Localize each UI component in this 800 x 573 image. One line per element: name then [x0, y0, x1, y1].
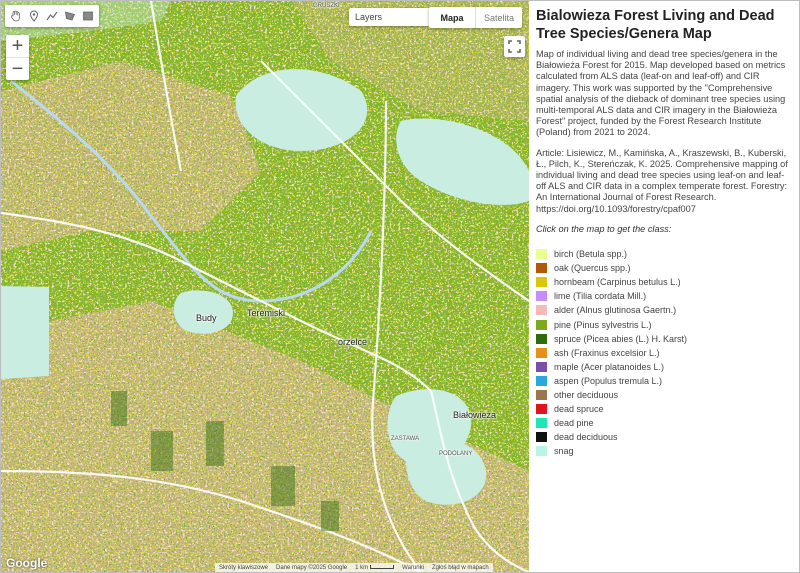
- legend-label: spruce (Picea abies (L.) H. Karst): [554, 333, 688, 344]
- label-budy: Budy: [196, 313, 217, 323]
- legend-swatch: [536, 319, 547, 330]
- legend-item: maple (Acer platanoides L.): [536, 360, 793, 374]
- fullscreen-icon: [508, 40, 521, 53]
- legend-item: alder (Alnus glutinosa Gaertn.): [536, 303, 793, 317]
- marker-icon[interactable]: [26, 7, 42, 25]
- legend-item: oak (Quercus spp.): [536, 261, 793, 275]
- panel-hint: Click on the map to get the class:: [536, 223, 672, 234]
- map-type-control: Mapa Satelita: [429, 7, 522, 28]
- legend-swatch: [536, 404, 547, 415]
- label-gruszki: GRUSZKI: [313, 3, 340, 9]
- legend-swatch: [536, 390, 547, 401]
- legend-label: lime (Tilia cordata Mill.): [554, 291, 647, 302]
- legend-item: dead pine: [536, 416, 793, 430]
- legend-label: alder (Alnus glutinosa Gaertn.): [554, 305, 677, 316]
- map-view[interactable]: Budy Teremiski orzelce Białowieża ZASTAW…: [1, 1, 529, 572]
- legend-item: aspen (Populus tremula L.): [536, 374, 793, 388]
- line-icon[interactable]: [44, 7, 60, 25]
- map-type-satellite-button[interactable]: Satelita: [476, 7, 522, 28]
- legend-swatch: [536, 446, 547, 457]
- zoom-control: + −: [6, 35, 29, 80]
- label-zastawa: ZASTAWA: [391, 436, 420, 442]
- legend-swatch: [536, 347, 547, 358]
- map-attribution-bar: Skróty klawiszowe Dane mapy ©2025 Google…: [215, 563, 493, 572]
- hand-icon[interactable]: [8, 7, 24, 25]
- legend-item: snag: [536, 444, 793, 458]
- legend-label: pine (Pinus sylvestris L.): [554, 319, 652, 330]
- polygon-icon[interactable]: [62, 7, 78, 25]
- legend-item: hornbeam (Carpinus betulus L.): [536, 275, 793, 289]
- label-pogorzelce: orzelce: [338, 337, 368, 347]
- legend-item: dead spruce: [536, 402, 793, 416]
- map-type-map-button[interactable]: Mapa: [429, 7, 476, 28]
- map-data-credit: Dane mapy ©2025 Google: [276, 565, 348, 571]
- legend-list: birch (Betula spp.) oak (Quercus spp.) hor…: [536, 247, 793, 458]
- legend-label: dead deciduous: [554, 432, 618, 443]
- rectangle-icon[interactable]: [80, 7, 96, 25]
- legend-item: ash (Fraxinus excelsior L.): [536, 346, 793, 360]
- legend-item: lime (Tilia cordata Mill.): [536, 289, 793, 303]
- layers-dropdown[interactable]: Layers: [349, 8, 430, 26]
- fullscreen-button[interactable]: [504, 36, 525, 57]
- legend-label: dead pine: [554, 418, 594, 429]
- scale-control[interactable]: 1 km: [355, 565, 395, 571]
- legend-swatch: [536, 291, 547, 302]
- legend-swatch: [536, 375, 547, 386]
- legend-label: dead spruce: [554, 404, 604, 415]
- forest-species-raster[interactable]: [1, 1, 529, 572]
- app-window: Budy Teremiski orzelce Białowieża ZASTAW…: [0, 0, 800, 573]
- report-error-link[interactable]: Zgłoś błąd w mapach: [432, 565, 489, 571]
- info-panel: Bialowieza Forest Living and Dead Tree S…: [530, 1, 799, 572]
- google-logo: Google: [6, 556, 48, 570]
- zoom-in-button[interactable]: +: [6, 35, 29, 58]
- legend-swatch: [536, 333, 547, 344]
- panel-description: Map of individual living and dead tree s…: [536, 49, 786, 138]
- legend-label: other deciduous: [554, 390, 619, 401]
- drawing-toolbar: [5, 5, 99, 27]
- legend-item: dead deciduous: [536, 430, 793, 444]
- legend-label: ash (Fraxinus excelsior L.): [554, 347, 660, 358]
- legend-swatch: [536, 418, 547, 429]
- legend-swatch: [536, 263, 547, 274]
- label-podolany: PODOLANY: [439, 451, 473, 457]
- legend-swatch: [536, 249, 547, 260]
- legend-label: birch (Betula spp.): [554, 249, 628, 260]
- legend-item: spruce (Picea abies (L.) H. Karst): [536, 332, 793, 346]
- scale-bar: [370, 565, 395, 569]
- legend-label: aspen (Populus tremula L.): [554, 375, 663, 386]
- legend-label: oak (Quercus spp.): [554, 263, 631, 274]
- scale-label: 1 km: [355, 565, 369, 571]
- panel-citation: Article: Lisiewicz, M., Kamińska, A., Kr…: [536, 147, 788, 214]
- terms-link[interactable]: Warunki: [402, 565, 424, 571]
- label-bialowieza: Białowieża: [453, 410, 497, 420]
- panel-title: Bialowieza Forest Living and Dead Tree S…: [536, 8, 775, 42]
- legend-swatch: [536, 361, 547, 372]
- zoom-out-button[interactable]: −: [6, 58, 29, 80]
- legend-swatch: [536, 305, 547, 316]
- legend-swatch: [536, 277, 547, 288]
- label-teremiski: Teremiski: [247, 308, 286, 318]
- keyboard-shortcuts-link[interactable]: Skróty klawiszowe: [219, 565, 268, 571]
- legend-item: birch (Betula spp.): [536, 247, 793, 261]
- legend-item: pine (Pinus sylvestris L.): [536, 318, 793, 332]
- legend-label: snag: [554, 446, 574, 457]
- legend-item: other deciduous: [536, 388, 793, 402]
- legend-swatch: [536, 432, 547, 443]
- legend-label: maple (Acer platanoides L.): [554, 361, 665, 372]
- legend-label: hornbeam (Carpinus betulus L.): [554, 277, 681, 288]
